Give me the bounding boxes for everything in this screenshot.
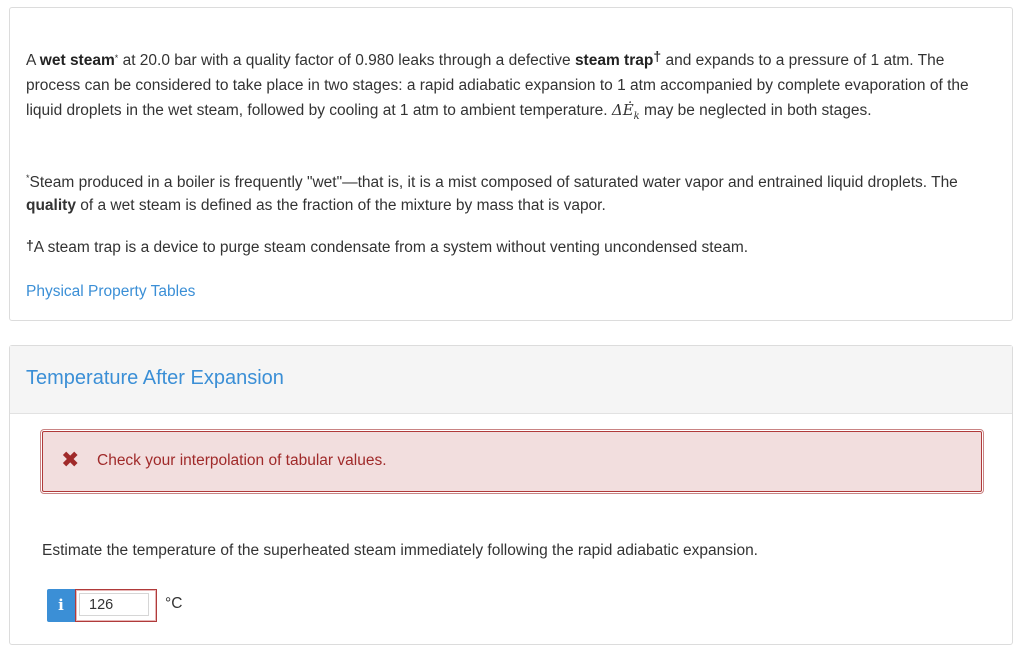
quality-term: quality	[26, 197, 76, 215]
temperature-answer-input[interactable]	[79, 593, 149, 616]
footnote-text: Steam produced in a boiler is frequently…	[29, 174, 958, 192]
wet-steam-term: wet steam	[39, 52, 115, 69]
footnote-text: of a wet steam is defined as the fractio…	[75, 197, 606, 215]
problem-statement-card: A wet steam* at 20.0 bar with a quality …	[9, 7, 1013, 321]
problem-text-segment: may be neglected in both stages.	[639, 102, 872, 119]
question-text: Estimate the temperature of the superhea…	[42, 542, 758, 559]
physical-property-tables-link[interactable]: Physical Property Tables	[26, 283, 195, 301]
answer-input-wrapper	[75, 589, 157, 622]
footnote-wet-steam: *Steam produced in a boiler is frequentl…	[26, 167, 996, 217]
footnote-text: A steam trap is a device to purge steam …	[33, 239, 749, 256]
problem-text-segment: at 20.0 bar with a quality factor of 0.9…	[118, 52, 575, 69]
problem-text: A wet steam* at 20.0 bar with a quality …	[26, 48, 991, 129]
part-title[interactable]: Temperature After Expansion	[26, 367, 284, 390]
info-icon[interactable]: i	[47, 589, 75, 622]
part-card: Temperature After Expansion ✖ Check your…	[9, 345, 1013, 645]
part-header: Temperature After Expansion	[10, 346, 1012, 414]
unit-label: °C	[165, 595, 183, 612]
feedback-message: Check your interpolation of tabular valu…	[97, 452, 387, 469]
delta-ek-symbol: ΔĖk	[611, 101, 640, 122]
steam-trap-term: steam trap	[574, 52, 654, 69]
footnote-star-marker: *	[114, 53, 119, 63]
delta-ek-main: ΔĖ	[611, 101, 634, 119]
error-x-icon: ✖	[61, 447, 80, 472]
footnote-dagger-marker: †	[653, 48, 662, 64]
problem-text-segment: A	[26, 52, 40, 69]
footnote-dagger-marker: †	[26, 237, 34, 253]
footnote-steam-trap: †A steam trap is a device to purge steam…	[26, 236, 748, 259]
error-feedback-box: ✖ Check your interpolation of tabular va…	[40, 429, 984, 494]
